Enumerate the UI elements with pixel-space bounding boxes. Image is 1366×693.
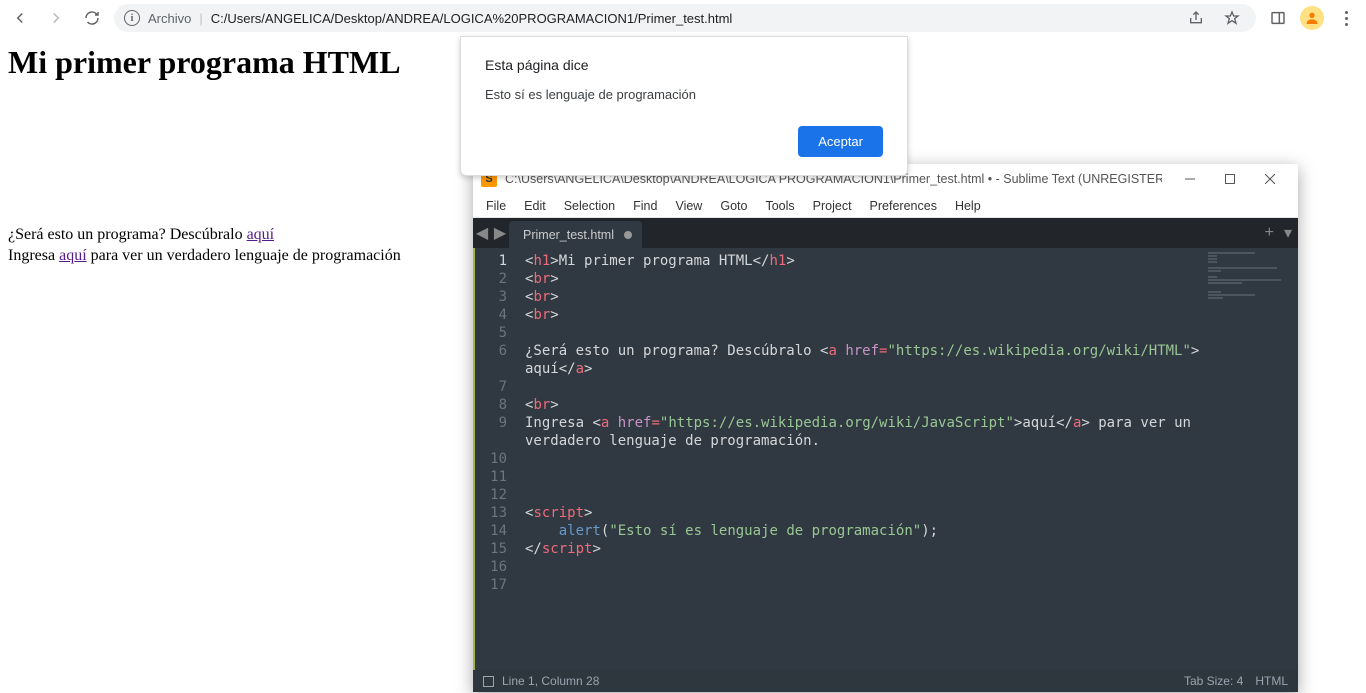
minimap[interactable]	[1208, 248, 1298, 670]
tab-nav-back-icon[interactable]: ◀	[473, 218, 491, 248]
link-aqui-1[interactable]: aquí	[247, 226, 275, 243]
menu-find[interactable]: Find	[624, 197, 666, 215]
tab-label: Primer_test.html	[523, 228, 614, 242]
menu-view[interactable]: View	[666, 197, 711, 215]
sublime-statusbar: Line 1, Column 28 Tab Size: 4 HTML	[473, 670, 1298, 692]
forward-button[interactable]	[42, 4, 70, 32]
back-button[interactable]	[6, 4, 34, 32]
alert-message: Esto sí es lenguaje de programación	[485, 87, 883, 102]
menu-preferences[interactable]: Preferences	[861, 197, 946, 215]
tab-menu-icon[interactable]: ▾	[1284, 223, 1292, 243]
menu-selection[interactable]: Selection	[555, 197, 624, 215]
star-icon[interactable]	[1218, 4, 1246, 32]
close-button[interactable]	[1250, 165, 1290, 193]
address-scheme-label: Archivo	[148, 11, 191, 26]
editor-tab[interactable]: Primer_test.html	[509, 221, 642, 248]
line-gutter: 1 2 3 4 5 6 7 8 9 10 11 12 13 14 15 16 1…	[473, 248, 515, 670]
address-bar[interactable]: i Archivo | C:/Users/ANGELICA/Desktop/AN…	[114, 4, 1256, 32]
alert-accept-button[interactable]: Aceptar	[798, 126, 883, 157]
menu-file[interactable]: File	[477, 197, 515, 215]
link-aqui-2[interactable]: aquí	[59, 247, 87, 264]
panel-icon[interactable]	[1264, 4, 1292, 32]
tab-nav-fwd-icon[interactable]: ▶	[491, 218, 509, 248]
menu-goto[interactable]: Goto	[711, 197, 756, 215]
alert-title: Esta página dice	[485, 57, 883, 73]
menu-help[interactable]: Help	[946, 197, 990, 215]
js-alert-dialog: Esta página dice Esto sí es lenguaje de …	[460, 36, 908, 176]
maximize-button[interactable]	[1210, 165, 1250, 193]
status-tabsize[interactable]: Tab Size: 4	[1184, 674, 1243, 688]
status-panel-icon[interactable]	[483, 676, 494, 687]
menu-tools[interactable]: Tools	[756, 197, 803, 215]
sublime-menubar: File Edit Selection Find View Goto Tools…	[473, 194, 1298, 218]
profile-avatar[interactable]	[1300, 6, 1324, 30]
sublime-window: S C:\Users\ANGELICA\Desktop\ANDREA\LOGIC…	[473, 164, 1298, 692]
browser-toolbar: i Archivo | C:/Users/ANGELICA/Desktop/AN…	[0, 0, 1366, 36]
kebab-menu[interactable]	[1332, 4, 1360, 32]
sublime-tabbar: ◀ ▶ Primer_test.html + ▾	[473, 218, 1298, 248]
minimize-button[interactable]	[1170, 165, 1210, 193]
code-editor[interactable]: <h1>Mi primer programa HTML</h1> <br> <b…	[515, 248, 1208, 670]
reload-button[interactable]	[78, 4, 106, 32]
menu-project[interactable]: Project	[804, 197, 861, 215]
status-cursor: Line 1, Column 28	[502, 674, 599, 688]
menu-edit[interactable]: Edit	[515, 197, 555, 215]
share-icon[interactable]	[1182, 4, 1210, 32]
info-icon: i	[124, 10, 140, 26]
status-syntax[interactable]: HTML	[1255, 674, 1288, 688]
new-tab-icon[interactable]: +	[1265, 224, 1274, 242]
dirty-indicator-icon	[624, 231, 632, 239]
address-path: C:/Users/ANGELICA/Desktop/ANDREA/LOGICA%…	[211, 11, 1174, 26]
